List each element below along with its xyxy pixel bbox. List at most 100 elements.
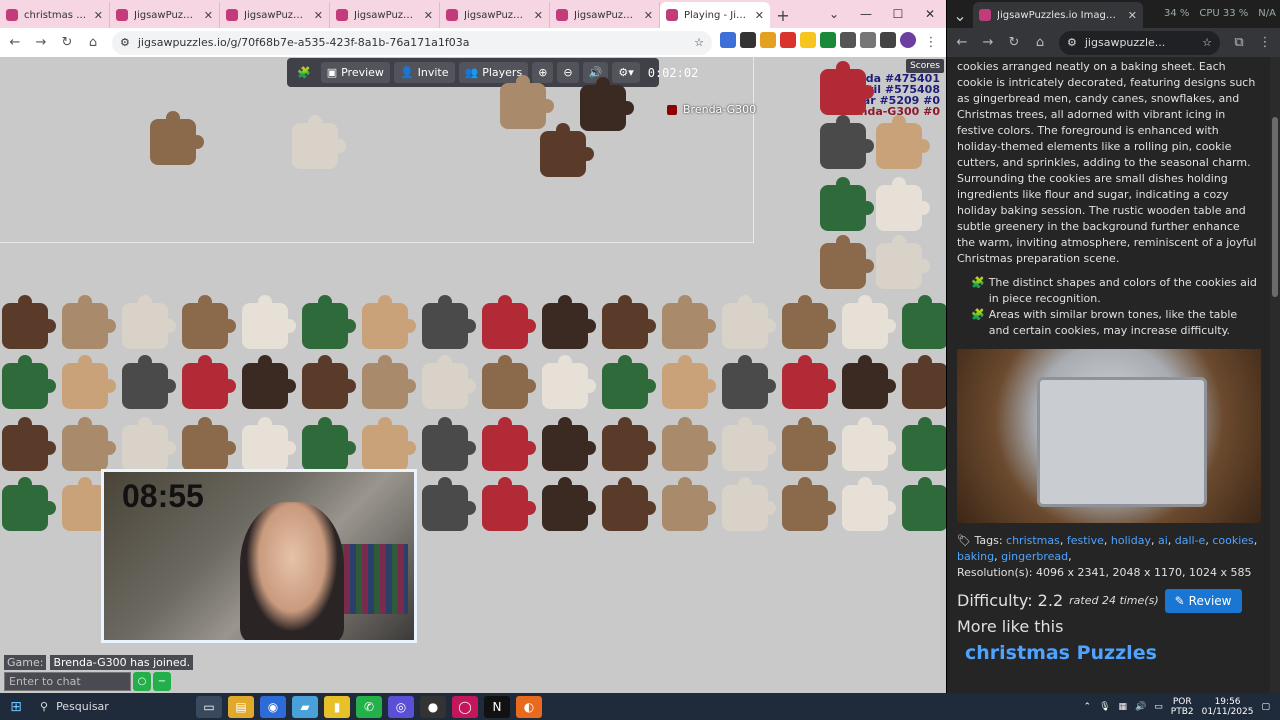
puzzle-piece[interactable]	[500, 75, 554, 129]
puzzle-piece[interactable]	[540, 123, 594, 177]
puzzle-piece[interactable]	[482, 417, 536, 471]
dropdown-icon[interactable]: ⌄	[818, 0, 850, 28]
puzzle-piece[interactable]	[782, 295, 836, 349]
forward-icon[interactable]: →	[30, 32, 52, 54]
puzzle-piece[interactable]	[542, 417, 596, 471]
puzzle-piece[interactable]	[842, 355, 896, 409]
puzzle-piece[interactable]	[580, 77, 634, 131]
maximize-icon[interactable]: ☐	[882, 0, 914, 28]
tab-close-icon[interactable]: ✕	[94, 9, 103, 22]
bookmark-star-icon[interactable]: ☆	[694, 36, 704, 49]
mic-icon[interactable]: 🎙	[1099, 702, 1110, 712]
windows-start-icon[interactable]: ⊞	[0, 693, 32, 720]
tag-link[interactable]: gingerbread	[1001, 550, 1068, 563]
puzzle-piece[interactable]	[182, 355, 236, 409]
extension-icon[interactable]	[840, 31, 856, 48]
puzzle-piece[interactable]	[2, 355, 56, 409]
puzzle-piece[interactable]	[542, 355, 596, 409]
puzzle-piece[interactable]	[422, 477, 476, 531]
puzzle-extensions-icon[interactable]	[860, 31, 876, 48]
puzzle-piece[interactable]	[842, 477, 896, 531]
puzzle-piece[interactable]	[722, 355, 776, 409]
settings-button[interactable]: ⚙▾	[612, 62, 640, 83]
puzzle-piece[interactable]	[292, 115, 346, 169]
puzzle-piece[interactable]	[182, 295, 236, 349]
tab-1[interactable]: christmas Images ✕	[0, 2, 110, 28]
taskbar-search[interactable]: ⚲ Pesquisar	[32, 693, 182, 720]
review-button[interactable]: ✎ Review	[1164, 589, 1242, 613]
scores-tab[interactable]: Scores	[906, 59, 944, 73]
address-bar[interactable]: ⚙ jigsawpuzzles.io/g/70f68b7e-a535-423f-…	[112, 30, 712, 55]
puzzle-piece[interactable]	[662, 477, 716, 531]
puzzle-piece[interactable]	[820, 61, 874, 115]
puzzle-piece[interactable]	[362, 417, 416, 471]
puzzle-piece[interactable]	[122, 355, 176, 409]
tag-link[interactable]: cookies	[1212, 534, 1253, 547]
network-icon[interactable]: ▦	[1119, 702, 1128, 712]
obs-icon[interactable]: ●	[420, 695, 446, 718]
chevron-up-icon[interactable]: ⌃	[1084, 702, 1092, 712]
chat-send-button[interactable]: ○	[133, 672, 151, 691]
chrome-icon[interactable]: ◉	[260, 695, 286, 718]
puzzle-piece[interactable]	[2, 295, 56, 349]
puzzle-piece[interactable]	[902, 417, 946, 471]
puzzle-piece[interactable]	[542, 295, 596, 349]
puzzle-piece[interactable]	[242, 295, 296, 349]
battery-icon[interactable]: ▭	[1154, 702, 1163, 712]
clock[interactable]: 19:56 01/11/2025	[1202, 697, 1254, 717]
puzzle-piece[interactable]	[362, 295, 416, 349]
home-icon[interactable]: ⌂	[82, 32, 104, 54]
puzzle-piece[interactable]	[122, 417, 176, 471]
puzzle-piece[interactable]	[242, 417, 296, 471]
puzzle-piece[interactable]	[820, 177, 874, 231]
puzzle-piece[interactable]	[542, 477, 596, 531]
tab-6[interactable]: JigsawPuzzles.io ✕	[550, 2, 660, 28]
puzzle-piece[interactable]	[62, 417, 116, 471]
right-active-tab[interactable]: JigsawPuzzles.io Image - Festi ✕	[973, 2, 1143, 28]
puzzle-piece[interactable]	[820, 115, 874, 169]
puzzle-piece[interactable]	[302, 417, 356, 471]
tab-close-icon[interactable]: ✕	[534, 9, 543, 22]
tag-link[interactable]: dall-e	[1175, 534, 1206, 547]
firefox-icon[interactable]: ◐	[516, 695, 542, 718]
tab-search-button[interactable]: ⌄	[947, 2, 973, 28]
tag-link[interactable]: christmas	[1006, 534, 1060, 547]
puzzle-piece[interactable]	[722, 417, 776, 471]
scrollbar[interactable]	[1270, 57, 1280, 693]
scrollbar-thumb[interactable]	[1272, 117, 1278, 297]
tag-link[interactable]: festive	[1067, 534, 1104, 547]
puzzle-piece[interactable]	[602, 355, 656, 409]
file-explorer-icon[interactable]: ▤	[228, 695, 254, 718]
puzzle-image[interactable]	[957, 349, 1261, 523]
extension-icon[interactable]	[800, 31, 816, 48]
puzzle-piece[interactable]	[722, 295, 776, 349]
minimize-icon[interactable]: —	[850, 0, 882, 28]
puzzle-board[interactable]: 🧩 ▣ Preview 👤 Invite 👥 Players ⊕ ⊖ 🔊 ⚙▾ 0:0…	[0, 57, 946, 693]
tag-link[interactable]: holiday	[1111, 534, 1151, 547]
category-link[interactable]: christmas Puzzles	[965, 644, 1261, 663]
task-view-icon[interactable]: ▭	[196, 695, 222, 718]
close-icon[interactable]: ✕	[914, 0, 946, 28]
puzzle-piece[interactable]	[422, 355, 476, 409]
tab-5[interactable]: JigsawPuzzles.io ✕	[440, 2, 550, 28]
puzzle-piece[interactable]	[2, 477, 56, 531]
puzzle-piece[interactable]	[602, 295, 656, 349]
menu-dots-icon[interactable]: ⋮	[920, 32, 942, 54]
puzzle-piece[interactable]	[782, 477, 836, 531]
app-logo[interactable]: 🧩	[291, 62, 317, 83]
puzzle-piece[interactable]	[302, 355, 356, 409]
tab-7[interactable]: Playing - Jigsa ✕	[660, 2, 770, 28]
back-icon[interactable]: ←	[951, 32, 973, 54]
puzzle-piece[interactable]	[482, 477, 536, 531]
reload-icon[interactable]: ↻	[1003, 32, 1025, 54]
bookmark-star-icon[interactable]: ☆	[1202, 36, 1212, 49]
tab-close-icon[interactable]: ✕	[204, 9, 213, 22]
extensions-icon[interactable]: ⧉	[1228, 32, 1250, 54]
home-icon[interactable]: ⌂	[1029, 32, 1051, 54]
app-icon[interactable]: ◯	[452, 695, 478, 718]
tag-link[interactable]: ai	[1158, 534, 1168, 547]
zoom-out-button[interactable]: ⊖	[557, 62, 579, 83]
right-address-bar[interactable]: ⚙ jigsawpuzzle... ☆	[1059, 30, 1220, 55]
puzzle-piece[interactable]	[602, 477, 656, 531]
puzzle-piece[interactable]	[842, 417, 896, 471]
